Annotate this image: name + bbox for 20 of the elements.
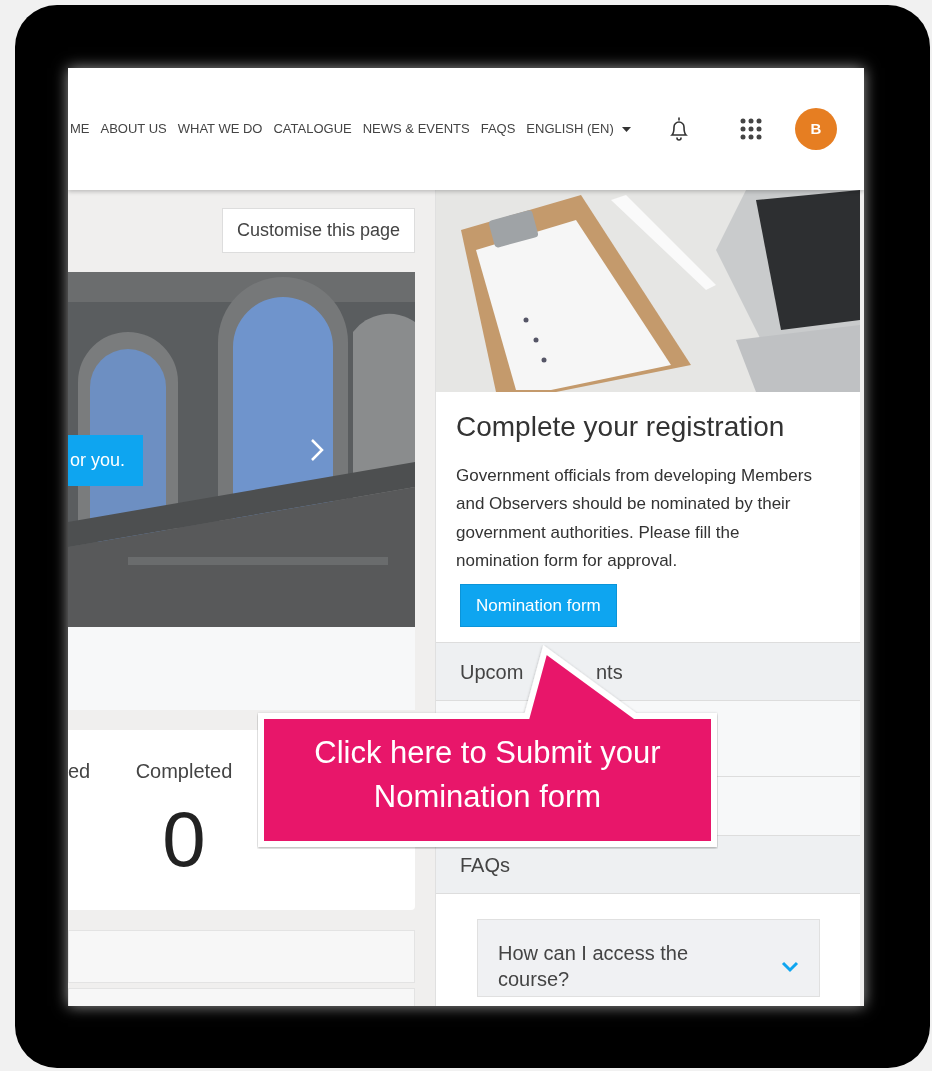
customise-page-button[interactable]: Customise this page <box>221 208 415 253</box>
carousel-caption: or you. <box>68 435 144 486</box>
faq-item[interactable]: How can I access the course? <box>477 919 820 998</box>
nav-link-item[interactable]: CATALOGUE <box>273 119 352 139</box>
nav-link-item[interactable]: ME <box>70 119 90 139</box>
callout-text: Click here to Submit your Nomination form <box>313 734 662 816</box>
apps-grid-icon[interactable] <box>740 118 762 140</box>
card-text: Government officials from developing Members and Observers should be nominated by their government authorities. Please fill the nomination form for approval. <box>456 464 813 573</box>
stat-label: Completed <box>135 759 233 784</box>
card-title: Complete your registration <box>456 410 786 444</box>
nav-link-item[interactable]: FAQS <box>480 119 516 139</box>
nav-link-item[interactable]: ABOUT US <box>100 119 167 139</box>
nav-link-item[interactable]: NEWS & EVENTS <box>362 119 470 139</box>
bell-icon[interactable] <box>668 116 690 142</box>
stat-value: 0 <box>162 800 206 878</box>
nav-link-item[interactable]: WHAT WE DO <box>177 119 263 139</box>
caret-icon <box>621 126 631 132</box>
language-dropdown[interactable]: ENGLISH (EN) <box>526 119 631 139</box>
section-header[interactable]: Upcom nts <box>436 643 860 702</box>
stat-label: ed <box>68 759 91 784</box>
